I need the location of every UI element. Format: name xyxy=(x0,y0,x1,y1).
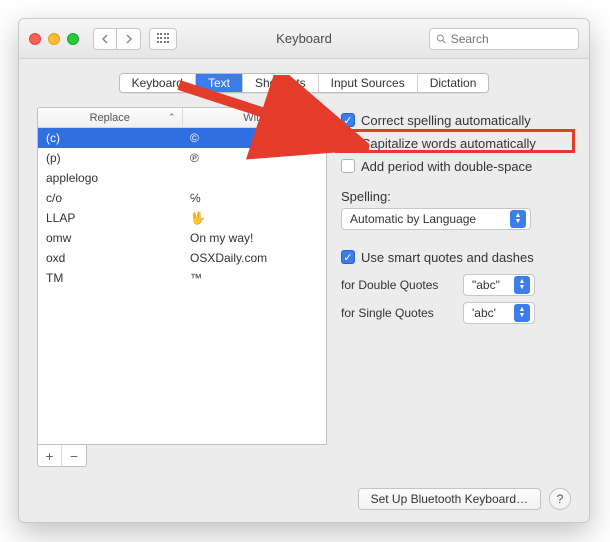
grid-icon xyxy=(157,33,169,45)
period-double-space-row[interactable]: Add period with double-space xyxy=(341,155,571,177)
smart-quotes-label: Use smart quotes and dashes xyxy=(361,250,534,265)
options-pane: ✓ Correct spelling automatically Capital… xyxy=(341,107,571,467)
zoom-window-button[interactable] xyxy=(67,33,79,45)
help-button[interactable]: ? xyxy=(549,488,571,510)
single-quotes-label: for Single Quotes xyxy=(341,306,457,320)
sort-caret-icon: ⌃ xyxy=(168,112,176,123)
table-row[interactable]: oxdOSXDaily.com xyxy=(38,248,326,268)
spelling-label: Spelling: xyxy=(341,189,571,204)
search-input[interactable] xyxy=(451,32,572,46)
tab-input-sources[interactable]: Input Sources xyxy=(319,74,418,92)
remove-button[interactable]: − xyxy=(62,445,86,466)
back-button[interactable] xyxy=(93,28,117,50)
correct-spelling-label: Correct spelling automatically xyxy=(361,113,531,128)
segmented-control: Keyboard Text Shortcuts Input Sources Di… xyxy=(119,73,490,93)
tab-keyboard[interactable]: Keyboard xyxy=(120,74,196,92)
double-quotes-label: for Double Quotes xyxy=(341,278,457,292)
double-quotes-select[interactable]: "abc" ▲▼ xyxy=(463,274,535,296)
spelling-select[interactable]: Automatic by Language ▲▼ xyxy=(341,208,531,230)
updown-arrows-icon: ▲▼ xyxy=(510,210,526,228)
footer: Set Up Bluetooth Keyboard… ? xyxy=(358,488,571,510)
double-quotes-row: for Double Quotes "abc" ▲▼ xyxy=(341,274,571,296)
table-body: (c)© (p)℗ applelogo c/o℅ LLAP🖖 omwOn my … xyxy=(38,128,326,288)
forward-button[interactable] xyxy=(117,28,141,50)
period-label: Add period with double-space xyxy=(361,159,532,174)
tab-bar: Keyboard Text Shortcuts Input Sources Di… xyxy=(19,73,589,93)
chevron-right-icon xyxy=(125,34,133,44)
table-header: Replace ⌃ With xyxy=(38,108,326,128)
checkbox-unchecked-icon[interactable] xyxy=(341,136,355,150)
add-remove-bar: + − xyxy=(37,445,87,467)
single-quotes-select[interactable]: 'abc' ▲▼ xyxy=(463,302,535,324)
table-row[interactable]: applelogo xyxy=(38,168,326,188)
bluetooth-keyboard-button[interactable]: Set Up Bluetooth Keyboard… xyxy=(358,488,541,510)
tab-dictation[interactable]: Dictation xyxy=(418,74,489,92)
table-row[interactable]: (c)© xyxy=(38,128,326,148)
table-row[interactable]: LLAP🖖 xyxy=(38,208,326,228)
updown-arrows-icon: ▲▼ xyxy=(514,276,530,294)
single-quotes-row: for Single Quotes 'abc' ▲▼ xyxy=(341,302,571,324)
nav-buttons xyxy=(93,28,141,50)
replacements-table[interactable]: Replace ⌃ With (c)© (p)℗ applelogo c/o℅ … xyxy=(37,107,327,445)
minimize-window-button[interactable] xyxy=(48,33,60,45)
column-replace[interactable]: Replace ⌃ xyxy=(38,108,183,127)
table-row[interactable]: omwOn my way! xyxy=(38,228,326,248)
search-field[interactable] xyxy=(429,28,579,50)
search-icon xyxy=(436,33,447,45)
updown-arrows-icon: ▲▼ xyxy=(514,304,530,322)
window-controls xyxy=(29,33,79,45)
close-window-button[interactable] xyxy=(29,33,41,45)
capitalize-row[interactable]: Capitalize words automatically xyxy=(341,132,571,154)
titlebar: Keyboard xyxy=(19,19,589,59)
content-area: Replace ⌃ With (c)© (p)℗ applelogo c/o℅ … xyxy=(19,103,589,467)
preferences-window: Keyboard Keyboard Text Shortcuts Input S… xyxy=(18,18,590,523)
table-row[interactable]: TM™ xyxy=(38,268,326,288)
replacements-pane: Replace ⌃ With (c)© (p)℗ applelogo c/o℅ … xyxy=(37,107,327,467)
add-button[interactable]: + xyxy=(38,445,62,466)
column-with[interactable]: With xyxy=(183,108,327,127)
window-title: Keyboard xyxy=(276,31,332,46)
checkbox-checked-icon[interactable]: ✓ xyxy=(341,113,355,127)
capitalize-label: Capitalize words automatically xyxy=(361,136,536,151)
checkbox-unchecked-icon[interactable] xyxy=(341,159,355,173)
table-row[interactable]: c/o℅ xyxy=(38,188,326,208)
show-all-button[interactable] xyxy=(149,28,177,50)
checkbox-checked-icon[interactable]: ✓ xyxy=(341,250,355,264)
tab-shortcuts[interactable]: Shortcuts xyxy=(243,74,319,92)
chevron-left-icon xyxy=(101,34,109,44)
smart-quotes-row[interactable]: ✓ Use smart quotes and dashes xyxy=(341,246,571,268)
correct-spelling-row[interactable]: ✓ Correct spelling automatically xyxy=(341,109,571,131)
tab-text[interactable]: Text xyxy=(196,74,243,92)
table-row[interactable]: (p)℗ xyxy=(38,148,326,168)
